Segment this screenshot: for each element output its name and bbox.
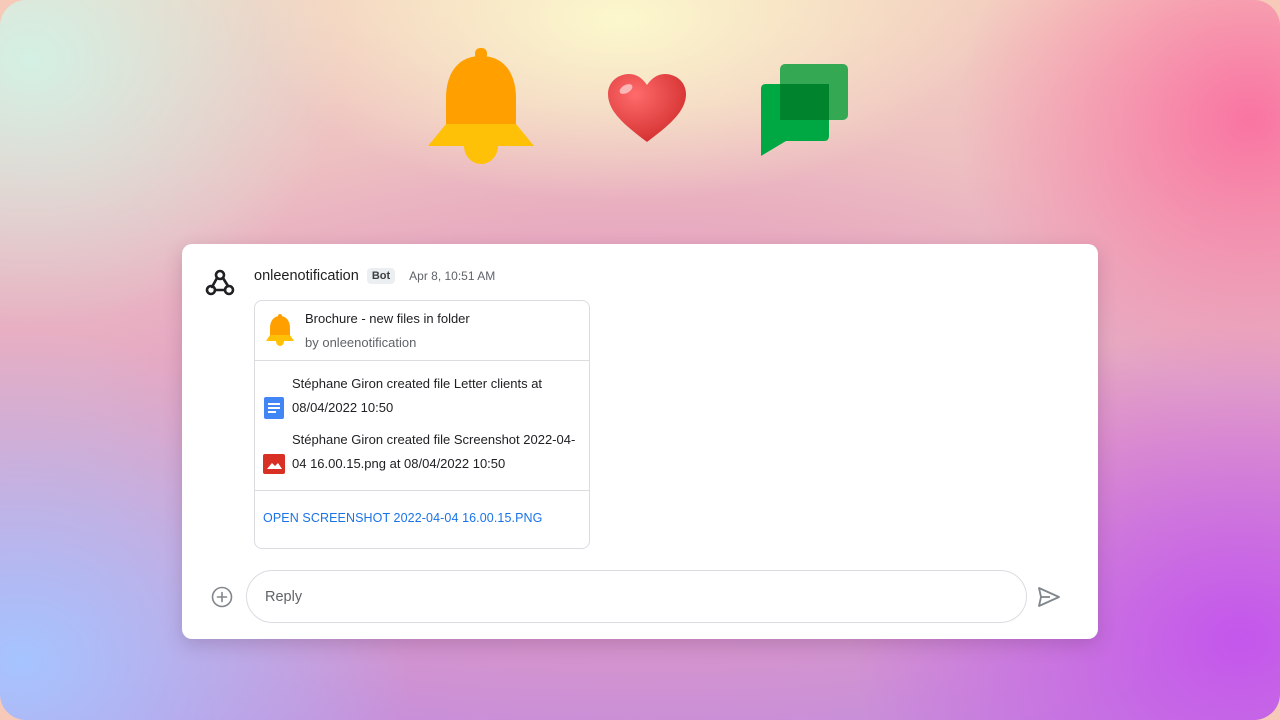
message-header: onleenotification Bot Apr 8, 10:51 AM	[254, 266, 495, 286]
google-chat-icon	[761, 64, 848, 156]
heart-icon	[608, 74, 686, 142]
list-item-text: Stéphane Giron created file Letter clien…	[292, 376, 543, 415]
notification-body: Stéphane Giron created file Letter clien…	[255, 361, 589, 491]
bell-icon	[428, 48, 534, 164]
notification-card-header: Brochure - new files in folder by onleen…	[255, 301, 589, 361]
notification-card: Brochure - new files in folder by onleen…	[254, 300, 590, 549]
send-icon[interactable]	[1036, 584, 1062, 610]
image-file-icon	[263, 454, 285, 474]
open-screenshot-button[interactable]: OPEN SCREENSHOT 2022-04-04 16.00.15.PNG	[263, 511, 543, 525]
reply-box	[246, 570, 1027, 623]
bot-badge: Bot	[366, 268, 396, 284]
notification-title: Brochure - new files in folder	[305, 311, 470, 326]
bell-icon	[266, 314, 294, 346]
webhook-icon	[205, 269, 235, 296]
notification-footer: OPEN SCREENSHOT 2022-04-04 16.00.15.PNG	[255, 491, 589, 548]
sender-name[interactable]: onleenotification	[254, 268, 359, 284]
list-item-text: Stéphane Giron created file Screenshot 2…	[292, 432, 576, 471]
message-timestamp: Apr 8, 10:51 AM	[409, 269, 496, 283]
notification-subtitle: by onleenotification	[305, 335, 417, 350]
reply-input[interactable]	[263, 583, 1007, 611]
google-docs-icon	[264, 397, 284, 419]
add-circle-icon[interactable]	[210, 585, 234, 609]
